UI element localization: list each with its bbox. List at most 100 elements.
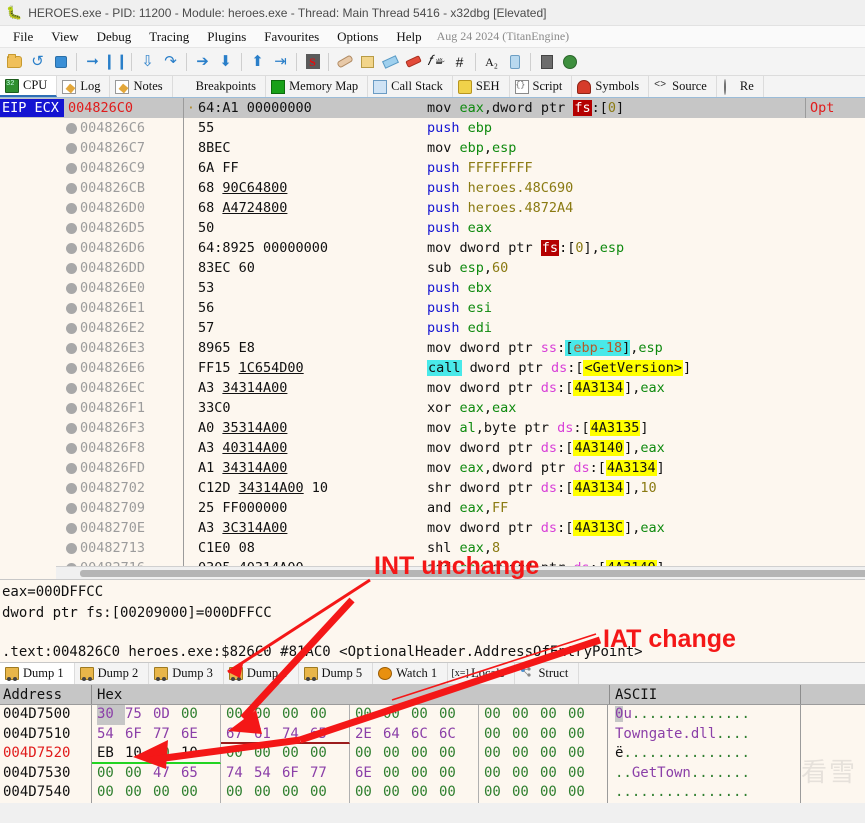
menu-favourites[interactable]: Favourites (255, 28, 328, 46)
hex-row[interactable]: 004D7530 00 00 47 65 74 54 6F 77 6E 00 00 00 00 00… (0, 763, 865, 783)
attach-icon[interactable] (503, 51, 526, 73)
scylla-icon[interactable]: S (301, 51, 324, 73)
step-over-icon[interactable]: ↷ (159, 51, 182, 73)
tab-notes[interactable]: Notes (110, 76, 173, 97)
disasm-row[interactable]: 004826F3 A0 35314A00 mov al,byte ptr ds:… (0, 418, 865, 438)
tab-locals[interactable]: [x=] Locals (448, 663, 516, 684)
breakpoint-gutter[interactable] (66, 338, 78, 358)
disasm-horizontal-scrollbar[interactable] (56, 566, 865, 579)
menu-help[interactable]: Help (387, 28, 430, 46)
breakpoint-gutter[interactable] (66, 158, 78, 178)
tab-watch-1[interactable]: Watch 1 (373, 663, 449, 684)
log-icon[interactable] (356, 51, 379, 73)
menu-tracing[interactable]: Tracing (140, 28, 198, 46)
breakpoint-gutter[interactable] (66, 358, 78, 378)
tab-dump-2[interactable]: Dump 2 (75, 663, 150, 684)
breakpoint-gutter[interactable] (66, 378, 78, 398)
tab-symbols[interactable]: Symbols (572, 76, 650, 97)
pause-icon[interactable]: ❙❙ (103, 51, 128, 73)
disasm-row[interactable]: 004826F1 33C0 xor eax,eax (0, 398, 865, 418)
disasm-row[interactable]: 004826D5 50 push eax (0, 218, 865, 238)
breakpoint-gutter[interactable] (66, 138, 78, 158)
disasm-row[interactable]: 004826E2 57 push edi (0, 318, 865, 338)
disasm-row[interactable]: 004826EC A3 34314A00 mov dword ptr ds:[4… (0, 378, 865, 398)
hex-row[interactable]: 004D7540 00 00 00 00 00 00 00 00 00 00 00 00 00 00… (0, 783, 865, 803)
menu-debug[interactable]: Debug (88, 28, 141, 46)
tab-dump-5[interactable]: Dump 5 (299, 663, 374, 684)
disasm-row[interactable]: 004826C6 55 push ebp (0, 118, 865, 138)
menu-plugins[interactable]: Plugins (198, 28, 255, 46)
calculator-icon[interactable] (535, 51, 558, 73)
tab-dump-4[interactable]: Dump 4 (224, 663, 299, 684)
column-header-hex[interactable]: Hex (92, 685, 610, 704)
trace-over-icon[interactable]: ⬇ (214, 51, 237, 73)
hex-row[interactable]: 004D7520 EB 10 00 10 00 00 00 00 00 00 00 00 00 00… (0, 744, 865, 764)
disasm-row[interactable]: 004826E0 53 push ebx (0, 278, 865, 298)
patch-icon[interactable] (333, 51, 356, 73)
menu-view[interactable]: View (42, 28, 87, 46)
disasm-row[interactable]: 00482709 25 FF000000 and eax,FF (0, 498, 865, 518)
tab-source[interactable]: <> Source (649, 76, 717, 97)
disasm-row[interactable]: 004826CB 68 90C64800 push heroes.48C690 (0, 178, 865, 198)
breakpoint-gutter[interactable] (66, 458, 78, 478)
breakpoint-gutter[interactable] (66, 178, 78, 198)
breakpoint-gutter[interactable] (66, 398, 78, 418)
tab-memory-map[interactable]: Memory Map (266, 76, 369, 97)
breakpoint-gutter[interactable] (66, 118, 78, 138)
stop-icon[interactable] (49, 51, 72, 73)
breakpoint-gutter[interactable] (66, 278, 78, 298)
tab-breakpoints[interactable]: Breakpoints (172, 76, 267, 97)
tab-struct[interactable]: Struct (515, 663, 580, 684)
tab-cpu[interactable]: 32 CPU (0, 76, 58, 97)
disasm-row[interactable]: 00482713 C1E0 08 shl eax,8 (0, 538, 865, 558)
disasm-row[interactable]: 004826DD 83EC 60 sub esp,60 (0, 258, 865, 278)
disasm-row[interactable]: 004826C9 6A FF push FFFFFFFF (0, 158, 865, 178)
column-header-address[interactable]: Address (0, 685, 92, 704)
disasm-row[interactable]: EIP ECX 004826C0 · 64:A1 00000000 mov ea… (0, 98, 865, 118)
execute-till-return-icon[interactable]: ⬆ (246, 51, 269, 73)
disasm-row[interactable]: 004826F8 A3 40314A00 mov dword ptr ds:[4… (0, 438, 865, 458)
breakpoint-gutter[interactable] (66, 198, 78, 218)
scrollbar-thumb[interactable] (80, 570, 865, 577)
breakpoint-gutter[interactable] (66, 498, 78, 518)
open-icon[interactable] (3, 51, 26, 73)
comment-icon[interactable] (379, 51, 402, 73)
hex-dump-panel[interactable]: Address Hex ASCII 004D7500 30 75 0D 00 00 00… (0, 685, 865, 803)
globe-icon[interactable] (558, 51, 581, 73)
function-icon[interactable]: 𝑓𝡍 (425, 51, 448, 73)
tab-references[interactable]: Re (716, 76, 764, 97)
breakpoint-gutter[interactable] (66, 438, 78, 458)
run-icon[interactable]: ➞ (81, 51, 104, 73)
breakpoint-gutter[interactable] (66, 238, 78, 258)
disasm-row[interactable]: 004826E1 56 push esi (0, 298, 865, 318)
step-into-icon[interactable]: ⇩ (136, 51, 159, 73)
breakpoint-gutter[interactable] (66, 418, 78, 438)
breakpoint-gutter[interactable] (66, 258, 78, 278)
restart-icon[interactable]: ↺ (26, 51, 49, 73)
disasm-row[interactable]: 004826FD A1 34314A00 mov eax,dword ptr d… (0, 458, 865, 478)
disasm-row[interactable]: 004826D6 64:8925 00000000 mov dword ptr … (0, 238, 865, 258)
run-to-user-code-icon[interactable]: ⇥ (269, 51, 292, 73)
tab-script[interactable]: {} Script (509, 76, 573, 97)
menu-options[interactable]: Options (328, 28, 387, 46)
menu-file[interactable]: File (4, 28, 42, 46)
disasm-row[interactable]: 004826E6 FF15 1C654D00 call dword ptr ds… (0, 358, 865, 378)
bookmark-icon[interactable] (402, 51, 425, 73)
breakpoint-gutter[interactable] (66, 218, 78, 238)
breakpoint-gutter[interactable] (66, 538, 78, 558)
tab-seh[interactable]: SEH (452, 76, 510, 97)
disasm-row[interactable]: 004826E3 8965 E8 mov dword ptr ss:[ebp-1… (0, 338, 865, 358)
hash-icon[interactable]: # (448, 51, 471, 73)
tab-dump-1[interactable]: Dump 1 (0, 663, 75, 684)
disasm-row[interactable]: 00482702 C12D 34314A00 10 shr dword ptr … (0, 478, 865, 498)
disassembly-panel[interactable]: EIP ECX 004826C0 · 64:A1 00000000 mov ea… (0, 98, 865, 580)
tab-dump-3[interactable]: Dump 3 (149, 663, 224, 684)
disasm-row[interactable]: 0048270E A3 3C314A00 mov dword ptr ds:[4… (0, 518, 865, 538)
disasm-row[interactable]: 004826D0 68 A4724800 push heroes.4872A4 (0, 198, 865, 218)
breakpoint-gutter[interactable] (66, 298, 78, 318)
hex-row[interactable]: 004D7510 54 6F 77 6E 67 61 74 65 2E 64 6C 6C 00 00… (0, 724, 865, 744)
tab-log[interactable]: Log (57, 76, 111, 97)
disasm-row[interactable]: 004826C7 8BEC mov ebp,esp (0, 138, 865, 158)
hex-row[interactable]: 004D7500 30 75 0D 00 00 00 00 00 00 00 00 00 00 00… (0, 705, 865, 725)
breakpoint-gutter[interactable] (66, 478, 78, 498)
